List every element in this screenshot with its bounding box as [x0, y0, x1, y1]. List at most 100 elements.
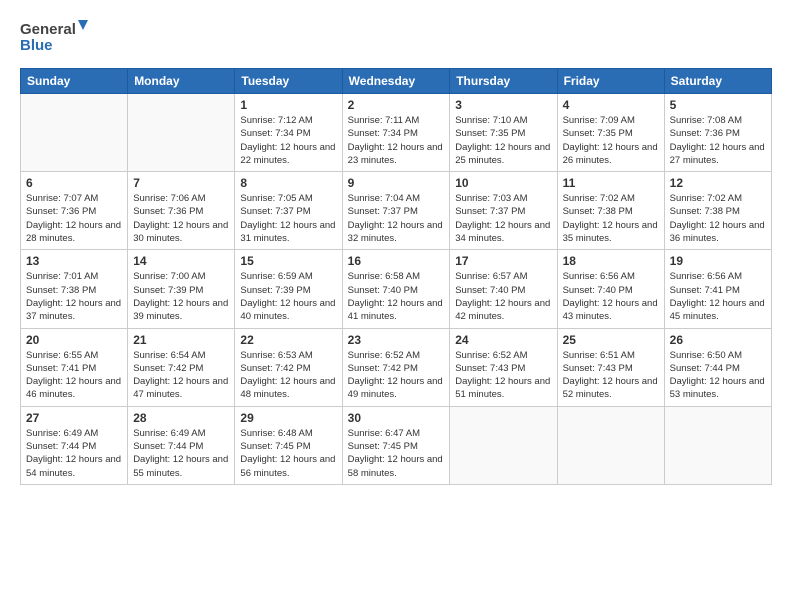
day-info: Sunrise: 7:06 AM Sunset: 7:36 PM Dayligh…: [133, 192, 229, 245]
day-number: 19: [670, 254, 766, 268]
day-number: 10: [455, 176, 551, 190]
day-number: 12: [670, 176, 766, 190]
calendar-cell: 2Sunrise: 7:11 AM Sunset: 7:34 PM Daylig…: [342, 94, 450, 172]
day-info: Sunrise: 6:56 AM Sunset: 7:41 PM Dayligh…: [670, 270, 766, 323]
calendar-cell: 4 Sunrise: 7:09 AM Sunset: 7:35 PM Daylig…: [557, 94, 664, 172]
calendar-cell: 19 Sunrise: 6:56 AM Sunset: 7:41 PM Dayli…: [664, 250, 771, 328]
day-of-week-header: Tuesday: [235, 69, 342, 94]
day-number: 7: [133, 176, 229, 190]
day-info: Sunrise: 6:56 AM Sunset: 7:40 PM Dayligh…: [563, 270, 659, 323]
day-number: 3: [455, 98, 551, 112]
day-info: Sunrise: 7:09 AM Sunset: 7:35 PM Dayligh…: [563, 114, 659, 167]
calendar-cell: 10 Sunrise: 7:03 AM Sunset: 7:37 PM Dayli…: [450, 172, 557, 250]
calendar-cell: 30 Sunrise: 6:47 AM Sunset: 7:45 PM Dayli…: [342, 406, 450, 484]
calendar-cell: 18Sunrise: 6:56 AM Sunset: 7:40 PM Dayli…: [557, 250, 664, 328]
day-number: 24: [455, 333, 551, 347]
day-number: 22: [240, 333, 336, 347]
calendar-cell: 27 Sunrise: 6:49 AM Sunset: 7:44 PM Dayli…: [21, 406, 128, 484]
day-number: 4: [563, 98, 659, 112]
day-info: Sunrise: 6:49 AM Sunset: 7:44 PM Dayligh…: [26, 427, 122, 480]
day-info: Sunrise: 6:57 AM Sunset: 7:40 PM Dayligh…: [455, 270, 551, 323]
day-info: Sunrise: 6:51 AM Sunset: 7:43 PM Dayligh…: [563, 349, 659, 402]
calendar-cell: 15 Sunrise: 6:59 AM Sunset: 7:39 PM Dayli…: [235, 250, 342, 328]
day-number: 26: [670, 333, 766, 347]
day-info: Sunrise: 7:01 AM Sunset: 7:38 PM Dayligh…: [26, 270, 122, 323]
calendar-week-row: 1 Sunrise: 7:12 AM Sunset: 7:34 PM Daylig…: [21, 94, 772, 172]
day-number: 17: [455, 254, 551, 268]
day-of-week-header: Monday: [128, 69, 235, 94]
day-number: 23: [348, 333, 445, 347]
calendar-cell: [128, 94, 235, 172]
day-info: Sunrise: 6:48 AM Sunset: 7:45 PM Dayligh…: [240, 427, 336, 480]
day-number: 1: [240, 98, 336, 112]
calendar-week-row: 13Sunrise: 7:01 AM Sunset: 7:38 PM Dayli…: [21, 250, 772, 328]
calendar-cell: 28 Sunrise: 6:49 AM Sunset: 7:44 PM Dayli…: [128, 406, 235, 484]
calendar-week-row: 20Sunrise: 6:55 AM Sunset: 7:41 PM Dayli…: [21, 328, 772, 406]
day-number: 2: [348, 98, 445, 112]
calendar-cell: [450, 406, 557, 484]
day-info: Sunrise: 6:53 AM Sunset: 7:42 PM Dayligh…: [240, 349, 336, 402]
day-of-week-header: Friday: [557, 69, 664, 94]
day-of-week-header: Wednesday: [342, 69, 450, 94]
svg-text:Blue: Blue: [20, 37, 53, 54]
calendar-cell: 20Sunrise: 6:55 AM Sunset: 7:41 PM Dayli…: [21, 328, 128, 406]
day-number: 6: [26, 176, 122, 190]
calendar-cell: 26 Sunrise: 6:50 AM Sunset: 7:44 PM Dayli…: [664, 328, 771, 406]
day-info: Sunrise: 7:10 AM Sunset: 7:35 PM Dayligh…: [455, 114, 551, 167]
day-info: Sunrise: 7:07 AM Sunset: 7:36 PM Dayligh…: [26, 192, 122, 245]
day-info: Sunrise: 7:02 AM Sunset: 7:38 PM Dayligh…: [563, 192, 659, 245]
day-info: Sunrise: 6:54 AM Sunset: 7:42 PM Dayligh…: [133, 349, 229, 402]
calendar-cell: 17 Sunrise: 6:57 AM Sunset: 7:40 PM Dayli…: [450, 250, 557, 328]
calendar-cell: [557, 406, 664, 484]
calendar-cell: 6 Sunrise: 7:07 AM Sunset: 7:36 PM Daylig…: [21, 172, 128, 250]
calendar-cell: [21, 94, 128, 172]
day-info: Sunrise: 6:47 AM Sunset: 7:45 PM Dayligh…: [348, 427, 445, 480]
day-info: Sunrise: 6:49 AM Sunset: 7:44 PM Dayligh…: [133, 427, 229, 480]
calendar-cell: 3 Sunrise: 7:10 AM Sunset: 7:35 PM Daylig…: [450, 94, 557, 172]
day-info: Sunrise: 7:02 AM Sunset: 7:38 PM Dayligh…: [670, 192, 766, 245]
day-number: 21: [133, 333, 229, 347]
calendar-cell: 11 Sunrise: 7:02 AM Sunset: 7:38 PM Dayli…: [557, 172, 664, 250]
day-number: 14: [133, 254, 229, 268]
calendar-cell: 16 Sunrise: 6:58 AM Sunset: 7:40 PM Dayli…: [342, 250, 450, 328]
calendar-cell: [664, 406, 771, 484]
calendar-cell: 8 Sunrise: 7:05 AM Sunset: 7:37 PM Daylig…: [235, 172, 342, 250]
day-number: 28: [133, 411, 229, 425]
day-number: 15: [240, 254, 336, 268]
day-number: 29: [240, 411, 336, 425]
day-info: Sunrise: 6:58 AM Sunset: 7:40 PM Dayligh…: [348, 270, 445, 323]
day-number: 8: [240, 176, 336, 190]
calendar-cell: 1 Sunrise: 7:12 AM Sunset: 7:34 PM Daylig…: [235, 94, 342, 172]
day-info: Sunrise: 6:50 AM Sunset: 7:44 PM Dayligh…: [670, 349, 766, 402]
calendar-header-row: SundayMondayTuesdayWednesdayThursdayFrid…: [21, 69, 772, 94]
calendar-cell: 9Sunrise: 7:04 AM Sunset: 7:37 PM Daylig…: [342, 172, 450, 250]
day-of-week-header: Saturday: [664, 69, 771, 94]
day-number: 11: [563, 176, 659, 190]
logo: General Blue: [20, 16, 90, 60]
day-info: Sunrise: 6:52 AM Sunset: 7:42 PM Dayligh…: [348, 349, 445, 402]
day-number: 27: [26, 411, 122, 425]
day-info: Sunrise: 7:12 AM Sunset: 7:34 PM Dayligh…: [240, 114, 336, 167]
day-info: Sunrise: 7:04 AM Sunset: 7:37 PM Dayligh…: [348, 192, 445, 245]
calendar-cell: 21 Sunrise: 6:54 AM Sunset: 7:42 PM Dayli…: [128, 328, 235, 406]
day-info: Sunrise: 6:52 AM Sunset: 7:43 PM Dayligh…: [455, 349, 551, 402]
day-info: Sunrise: 6:59 AM Sunset: 7:39 PM Dayligh…: [240, 270, 336, 323]
day-number: 16: [348, 254, 445, 268]
calendar-week-row: 6 Sunrise: 7:07 AM Sunset: 7:36 PM Daylig…: [21, 172, 772, 250]
day-number: 20: [26, 333, 122, 347]
calendar-table: SundayMondayTuesdayWednesdayThursdayFrid…: [20, 68, 772, 485]
day-info: Sunrise: 7:00 AM Sunset: 7:39 PM Dayligh…: [133, 270, 229, 323]
day-number: 30: [348, 411, 445, 425]
logo-svg: General Blue: [20, 16, 90, 60]
calendar-cell: 25Sunrise: 6:51 AM Sunset: 7:43 PM Dayli…: [557, 328, 664, 406]
calendar-cell: 22 Sunrise: 6:53 AM Sunset: 7:42 PM Dayli…: [235, 328, 342, 406]
day-number: 5: [670, 98, 766, 112]
calendar-week-row: 27 Sunrise: 6:49 AM Sunset: 7:44 PM Dayli…: [21, 406, 772, 484]
svg-text:General: General: [20, 21, 76, 38]
day-info: Sunrise: 7:05 AM Sunset: 7:37 PM Dayligh…: [240, 192, 336, 245]
day-info: Sunrise: 7:03 AM Sunset: 7:37 PM Dayligh…: [455, 192, 551, 245]
calendar-cell: 13Sunrise: 7:01 AM Sunset: 7:38 PM Dayli…: [21, 250, 128, 328]
calendar-cell: 23 Sunrise: 6:52 AM Sunset: 7:42 PM Dayli…: [342, 328, 450, 406]
day-of-week-header: Thursday: [450, 69, 557, 94]
day-of-week-header: Sunday: [21, 69, 128, 94]
